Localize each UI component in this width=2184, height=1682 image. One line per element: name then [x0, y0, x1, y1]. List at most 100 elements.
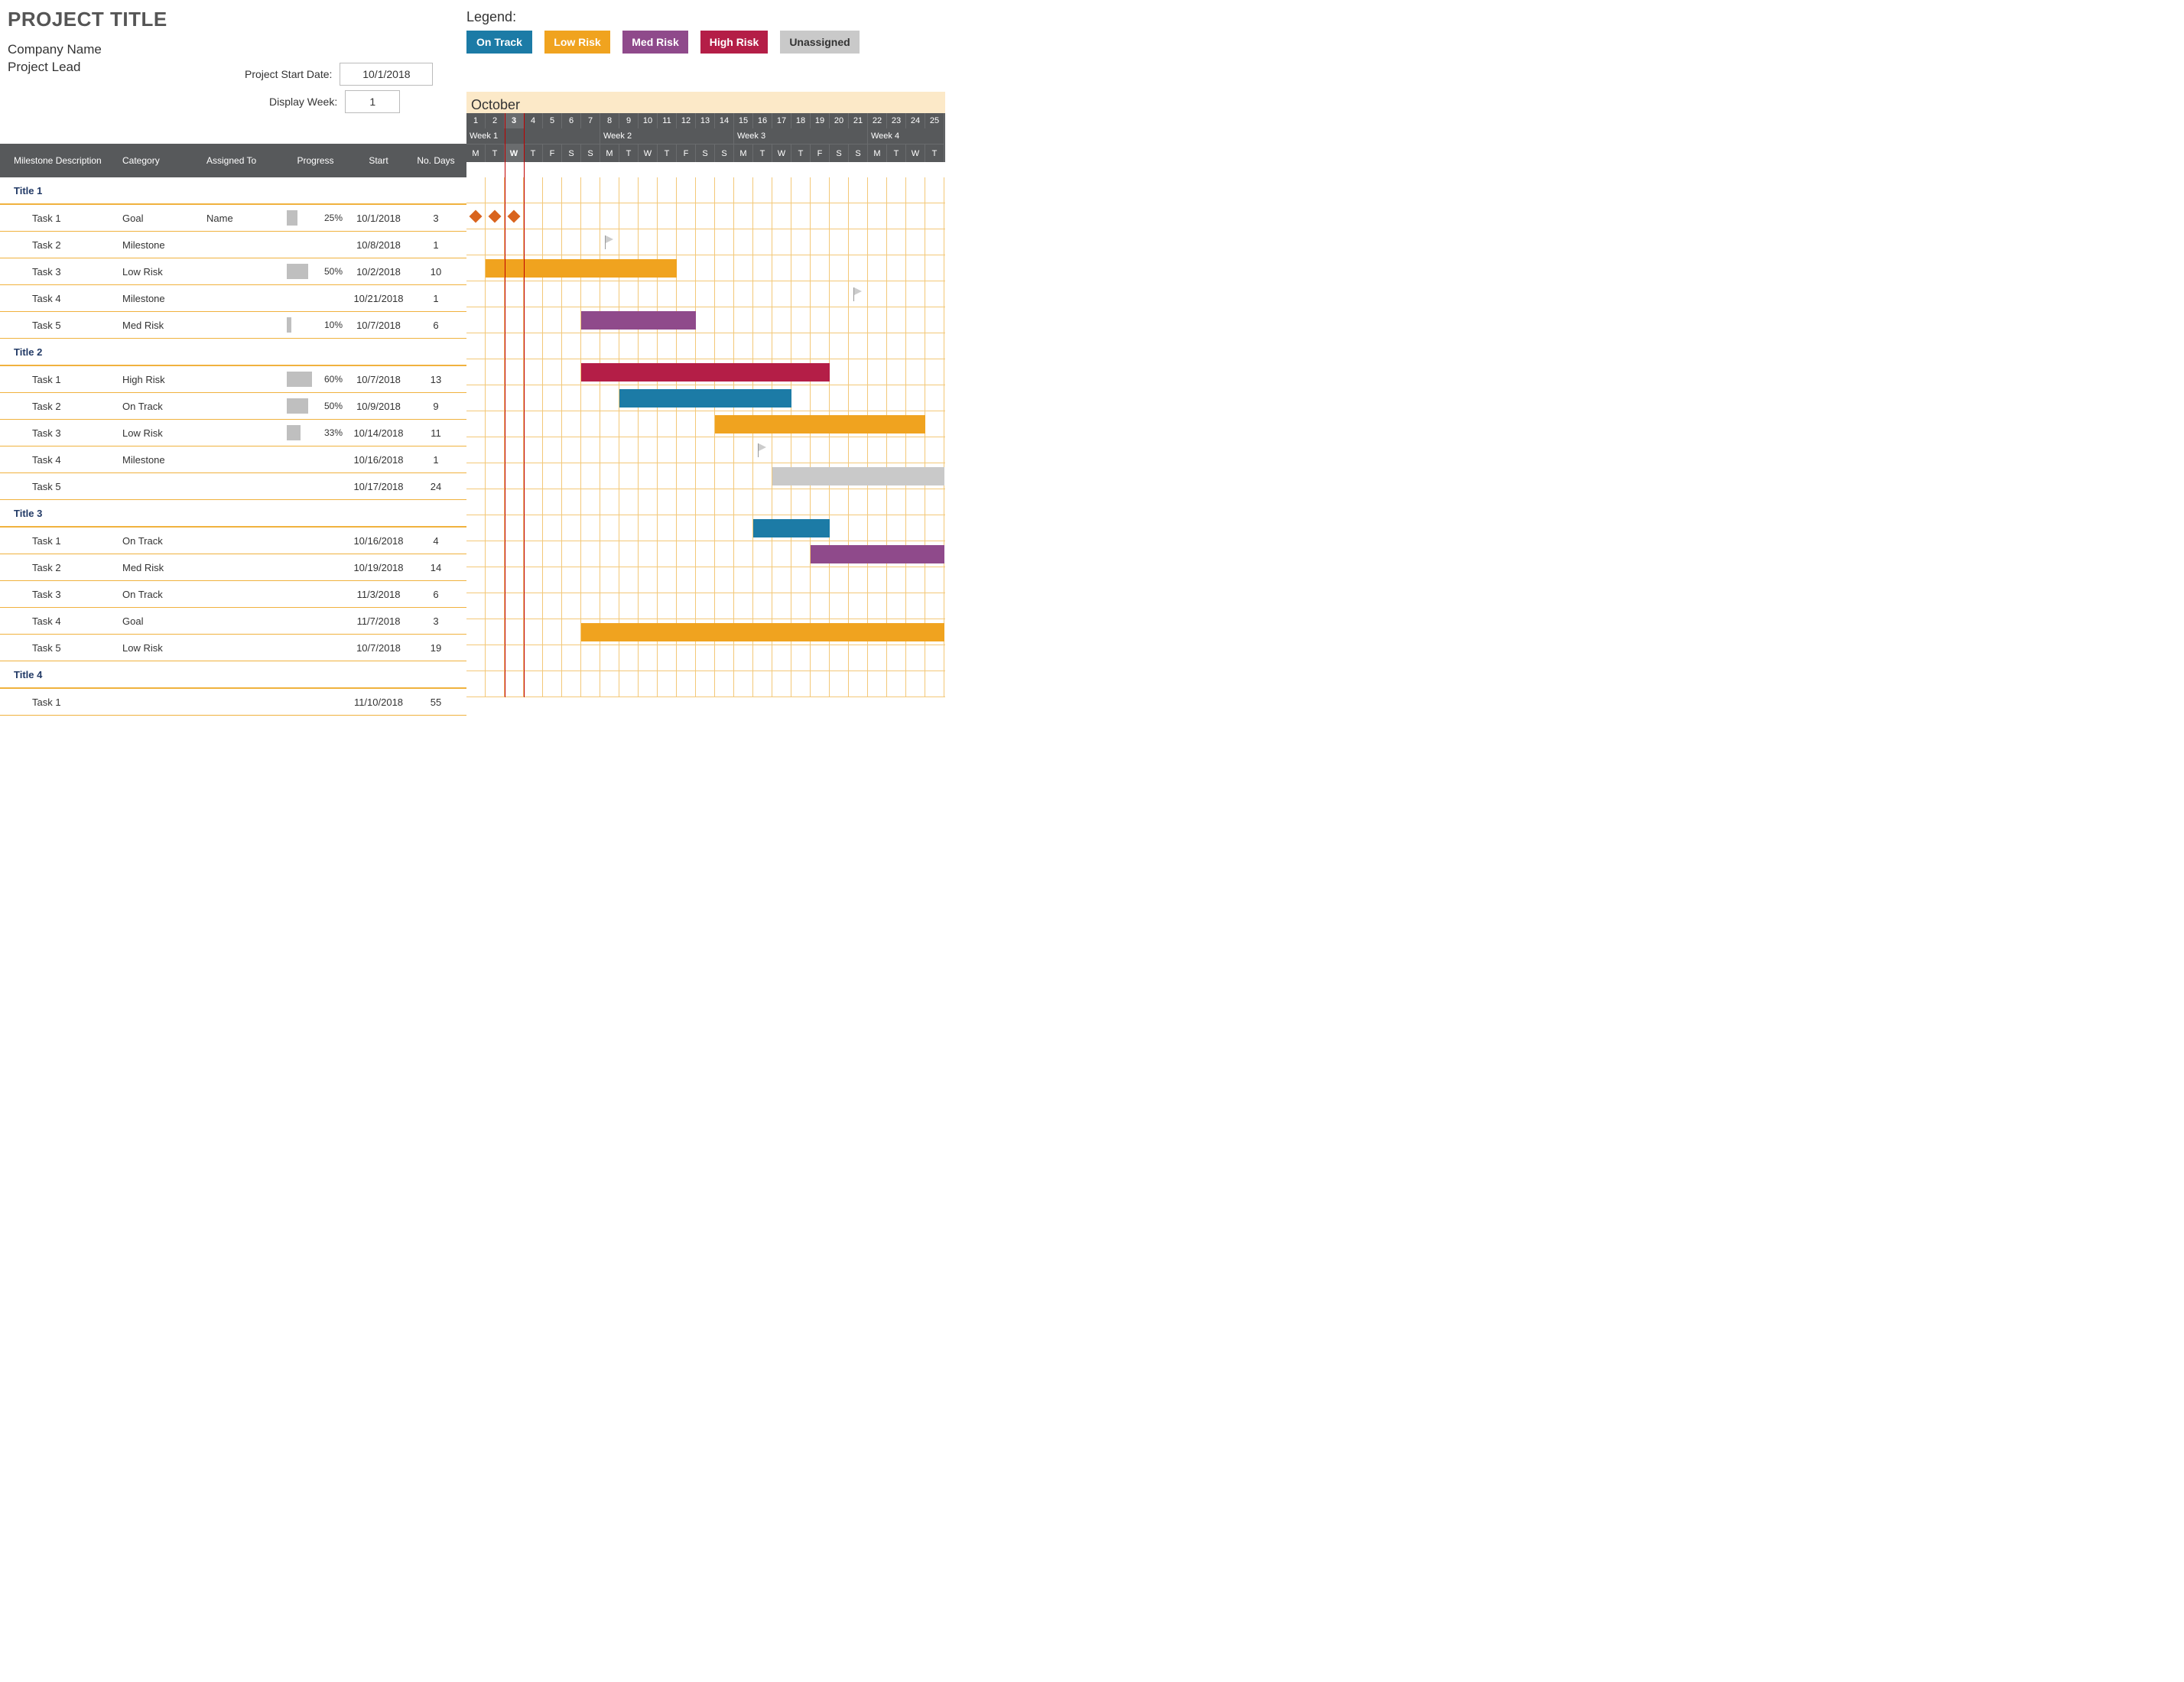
- task-row[interactable]: Task 1High Risk60%10/7/201813: [0, 366, 466, 393]
- gantt-bar[interactable]: [486, 259, 677, 278]
- section-row[interactable]: Title 3: [0, 500, 466, 528]
- task-row[interactable]: Task 3On Track11/3/20186: [0, 581, 466, 608]
- day-num: 20: [830, 113, 849, 128]
- task-category: Goal: [122, 213, 206, 224]
- gantt-bar[interactable]: [753, 519, 830, 537]
- task-assigned: Name: [206, 213, 287, 224]
- day-num: 16: [753, 113, 772, 128]
- day-num: 5: [543, 113, 562, 128]
- task-desc: Task 3: [0, 266, 122, 278]
- task-progress: 50%: [287, 264, 344, 279]
- day-num: 21: [849, 113, 868, 128]
- dow: W: [772, 144, 791, 162]
- task-progress: [287, 613, 344, 628]
- task-row[interactable]: Task 5Med Risk10%10/7/20186: [0, 312, 466, 339]
- task-start: 10/7/2018: [344, 642, 413, 654]
- task-desc: Task 4: [0, 454, 122, 466]
- task-progress: [287, 452, 344, 467]
- task-row[interactable]: Task 4Goal11/7/20183: [0, 608, 466, 635]
- task-start: 10/2/2018: [344, 266, 413, 278]
- task-start: 10/7/2018: [344, 320, 413, 331]
- calendar-header: 1234567891011121314151617181920212223242…: [466, 113, 945, 162]
- task-progress: [287, 237, 344, 252]
- day-num: 25: [925, 113, 944, 128]
- start-date-label: Project Start Date:: [245, 68, 332, 80]
- task-desc: Task 2: [0, 401, 122, 412]
- gantt-grid: [466, 177, 945, 697]
- task-category: On Track: [122, 535, 206, 547]
- task-days: 4: [413, 535, 459, 547]
- gantt-bar[interactable]: [581, 623, 944, 641]
- task-desc: Task 1: [0, 535, 122, 547]
- week-label: Week 4: [868, 128, 944, 144]
- task-row[interactable]: Task 111/10/201855: [0, 689, 466, 716]
- dow: T: [619, 144, 639, 162]
- dow: S: [830, 144, 849, 162]
- task-days: 13: [413, 374, 459, 385]
- task-row[interactable]: Task 2Med Risk10/19/201814: [0, 554, 466, 581]
- gantt-bar[interactable]: [811, 545, 944, 563]
- task-start: 10/14/2018: [344, 427, 413, 439]
- week-label: Week 1: [466, 128, 600, 144]
- task-row[interactable]: Task 3Low Risk33%10/14/201811: [0, 420, 466, 446]
- task-progress: 25%: [287, 210, 344, 226]
- task-row[interactable]: Task 1GoalName25%10/1/20183: [0, 205, 466, 232]
- task-progress: [287, 694, 344, 709]
- task-start: 10/16/2018: [344, 454, 413, 466]
- day-num: 13: [696, 113, 715, 128]
- gantt-bar[interactable]: [581, 311, 696, 330]
- day-num: 15: [734, 113, 753, 128]
- task-desc: Title 3: [0, 508, 122, 519]
- task-desc: Title 2: [0, 346, 122, 358]
- gantt-bar[interactable]: [772, 467, 944, 485]
- task-category: Low Risk: [122, 642, 206, 654]
- task-start: 11/7/2018: [344, 615, 413, 627]
- col-category: Category: [122, 155, 206, 166]
- task-start: 10/9/2018: [344, 401, 413, 412]
- task-desc: Title 4: [0, 669, 122, 680]
- task-progress: 50%: [287, 398, 344, 414]
- dow: T: [658, 144, 677, 162]
- task-desc: Task 1: [0, 697, 122, 708]
- task-start: 11/3/2018: [344, 589, 413, 600]
- dow: S: [715, 144, 734, 162]
- gantt-bar[interactable]: [715, 415, 925, 433]
- section-row[interactable]: Title 2: [0, 339, 466, 366]
- task-desc: Title 1: [0, 185, 122, 196]
- task-desc: Task 1: [0, 374, 122, 385]
- task-row[interactable]: Task 5Low Risk10/7/201819: [0, 635, 466, 661]
- task-row[interactable]: Task 510/17/201824: [0, 473, 466, 500]
- dow: M: [600, 144, 619, 162]
- dow: S: [562, 144, 581, 162]
- display-week-label: Display Week:: [269, 96, 337, 108]
- task-desc: Task 3: [0, 589, 122, 600]
- gantt-bar[interactable]: [619, 389, 791, 408]
- task-progress: 33%: [287, 425, 344, 440]
- task-row[interactable]: Task 4Milestone10/21/20181: [0, 285, 466, 312]
- col-start: Start: [344, 155, 413, 166]
- section-row[interactable]: Title 1: [0, 177, 466, 205]
- dow: S: [581, 144, 600, 162]
- task-row[interactable]: Task 3Low Risk50%10/2/201810: [0, 258, 466, 285]
- task-row[interactable]: Task 1On Track10/16/20184: [0, 528, 466, 554]
- task-category: Low Risk: [122, 427, 206, 439]
- legend-med-risk: Med Risk: [622, 31, 688, 54]
- section-row[interactable]: Title 4: [0, 661, 466, 689]
- task-category: Milestone: [122, 293, 206, 304]
- start-date-input[interactable]: 10/1/2018: [340, 63, 433, 86]
- task-days: 1: [413, 454, 459, 466]
- task-progress: 10%: [287, 317, 344, 333]
- dow: M: [734, 144, 753, 162]
- task-category: Med Risk: [122, 562, 206, 573]
- dow: F: [811, 144, 830, 162]
- task-days: 55: [413, 697, 459, 708]
- day-num: 2: [486, 113, 505, 128]
- task-start: 10/19/2018: [344, 562, 413, 573]
- task-row[interactable]: Task 2On Track50%10/9/20189: [0, 393, 466, 420]
- day-num: 19: [811, 113, 830, 128]
- task-row[interactable]: Task 2Milestone10/8/20181: [0, 232, 466, 258]
- task-row[interactable]: Task 4Milestone10/16/20181: [0, 446, 466, 473]
- display-week-input[interactable]: 1: [345, 90, 400, 113]
- day-num: 4: [524, 113, 543, 128]
- gantt-bar[interactable]: [581, 363, 830, 382]
